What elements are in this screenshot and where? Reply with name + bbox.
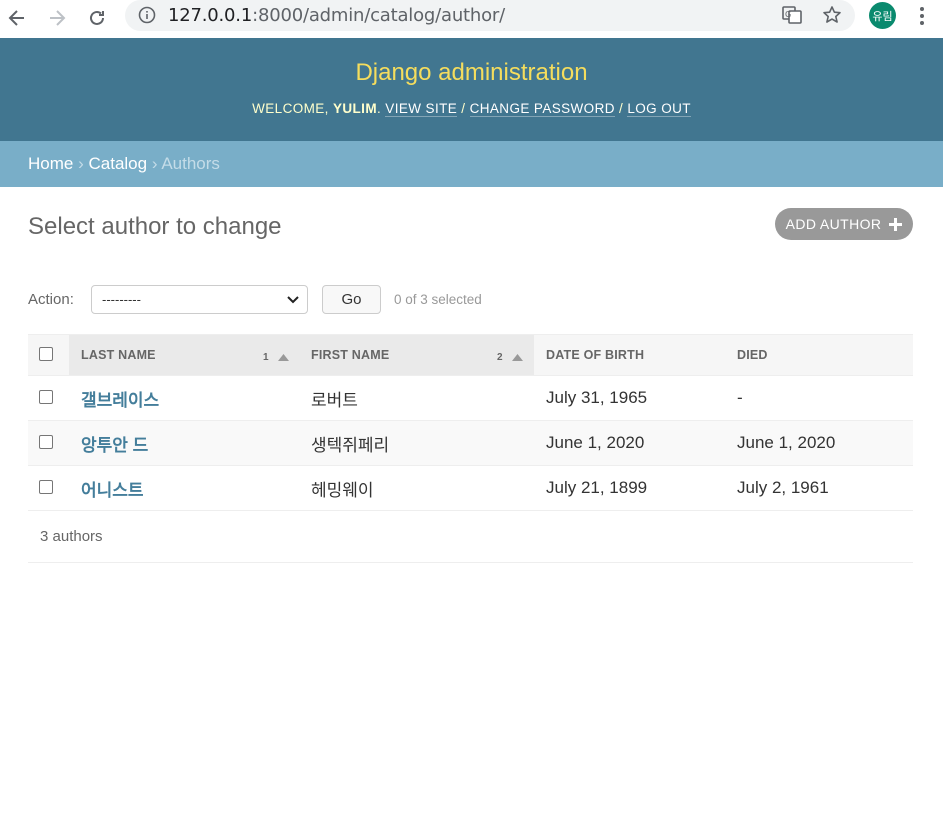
last-name-cell: 어니스트 [81, 466, 144, 510]
table-header: Last name 1 First name 2 Date of birth D… [28, 334, 913, 376]
row-checkbox[interactable] [39, 480, 53, 494]
breadcrumb-current: Authors [161, 154, 220, 173]
url-text: 127.0.0.1:8000/admin/catalog/author/ [168, 5, 505, 26]
row-checkbox[interactable] [39, 390, 53, 404]
select-all-checkbox[interactable] [39, 347, 53, 361]
admin-header: Django administration Welcome, yulim. Vi… [0, 38, 943, 141]
view-site-link[interactable]: View site [385, 101, 458, 117]
table-row: 갤브레이스 로버트 July 31, 1965 - [28, 376, 913, 421]
site-title[interactable]: Django administration [0, 59, 943, 87]
column-header-first-name[interactable]: First name 2 [299, 335, 534, 375]
selected-count: 0 of 3 selected [394, 292, 482, 307]
action-select-value: --------- [102, 292, 141, 307]
svg-text:G: G [785, 10, 791, 19]
browser-toolbar: 127.0.0.1:8000/admin/catalog/author/ G 유… [0, 0, 943, 38]
breadcrumb-separator: › [78, 154, 84, 173]
results-table: Last name 1 First name 2 Date of birth D… [28, 334, 913, 511]
row-checkbox[interactable] [39, 435, 53, 449]
log-out-link[interactable]: Log out [627, 101, 691, 117]
breadcrumb-catalog[interactable]: Catalog [89, 154, 148, 173]
back-button[interactable] [3, 4, 31, 32]
forward-arrow-icon [50, 10, 66, 26]
breadcrumb-separator: › [151, 154, 158, 173]
sort-ascending-icon[interactable] [512, 354, 523, 361]
column-header-last-name[interactable]: Last name 1 [69, 335, 299, 375]
welcome-text: Welcome, [252, 101, 329, 116]
translate-icon[interactable]: G [782, 5, 802, 25]
died-cell: July 2, 1961 [737, 478, 829, 497]
date-of-birth-cell: June 1, 2020 [546, 433, 645, 452]
table-row: 앙투안 드 생텍쥐페리 June 1, 2020 June 1, 2020 [28, 421, 913, 466]
author-link[interactable]: 앙투안 드 [81, 431, 148, 456]
username: yulim [332, 101, 377, 116]
paginator: 3 authors [28, 510, 913, 563]
back-arrow-icon [8, 10, 24, 26]
forward-button[interactable] [43, 4, 71, 32]
author-link[interactable]: 갤브레이스 [81, 386, 159, 411]
action-label: Action: [28, 291, 74, 308]
go-button[interactable]: Go [322, 285, 381, 314]
author-link[interactable]: 어니스트 [81, 476, 144, 501]
table-row: 어니스트 헤밍웨이 July 21, 1899 July 2, 1961 [28, 466, 913, 511]
first-name-cell: 로버트 [311, 390, 358, 410]
reload-button[interactable] [83, 4, 111, 32]
last-name-cell: 앙투안 드 [81, 421, 148, 465]
change-password-link[interactable]: Change password [469, 101, 615, 117]
add-author-label: Add author [785, 216, 882, 232]
column-header-date-of-birth[interactable]: Date of birth [546, 335, 644, 375]
breadcrumb: Home › Catalog › Authors [0, 141, 943, 187]
reload-icon [90, 10, 104, 25]
user-tools: Welcome, yulim. View site / Change passw… [252, 101, 691, 117]
profile-avatar[interactable]: 유림 [869, 2, 896, 29]
first-name-cell: 생텍쥐페리 [311, 435, 390, 455]
breadcrumb-home[interactable]: Home [28, 154, 73, 173]
column-header-died[interactable]: Died [737, 335, 768, 375]
sort-ascending-icon[interactable] [278, 354, 289, 361]
last-name-cell: 갤브레이스 [81, 376, 159, 420]
column-label: Last name [81, 348, 156, 362]
add-author-button[interactable]: Add author [775, 208, 913, 240]
sort-priority: 1 [263, 352, 269, 363]
died-cell: June 1, 2020 [737, 433, 836, 452]
page-title: Select author to change [28, 213, 282, 240]
site-info-icon[interactable] [138, 6, 156, 24]
browser-menu-icon[interactable] [916, 6, 928, 26]
plus-icon [889, 217, 903, 231]
date-of-birth-cell: July 21, 1899 [546, 478, 648, 497]
action-select[interactable]: --------- [91, 285, 308, 314]
sort-priority: 2 [497, 352, 503, 363]
died-cell: - [737, 388, 743, 407]
first-name-cell: 헤밍웨이 [311, 480, 374, 500]
chevron-down-icon [287, 296, 299, 304]
column-label: First name [311, 348, 390, 362]
result-count: 3 authors [40, 528, 103, 545]
bookmark-star-icon[interactable] [822, 5, 842, 25]
date-of-birth-cell: July 31, 1965 [546, 388, 648, 407]
